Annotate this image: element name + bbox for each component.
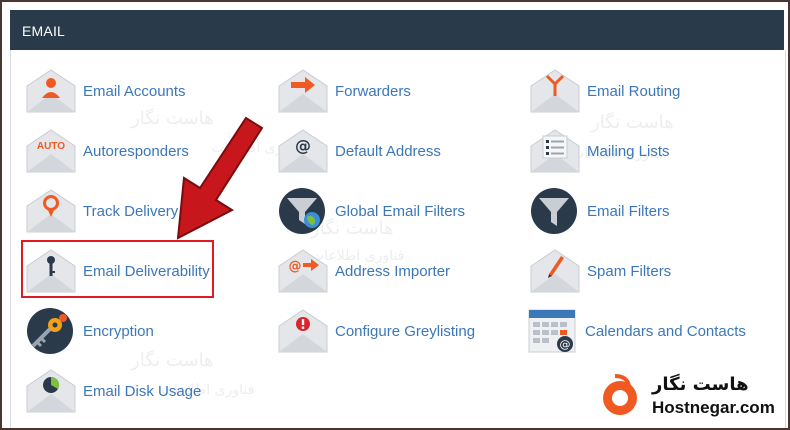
envelope-import-icon: @ <box>277 246 329 296</box>
item-label: Default Address <box>335 142 441 160</box>
email-disk-usage-link[interactable]: Email Disk Usage <box>25 366 201 416</box>
svg-text:@: @ <box>560 338 571 351</box>
envelope-arrow-icon <box>277 66 329 116</box>
envelope-pen-icon <box>529 246 581 296</box>
globe-filter-icon <box>277 186 329 236</box>
item-label: Calendars and Contacts <box>585 322 746 340</box>
logo-english-text: Hostnegar.com <box>652 398 775 417</box>
item-label: Mailing Lists <box>587 142 670 160</box>
item-label: Email Accounts <box>83 82 186 100</box>
funnel-filter-icon <box>529 186 581 236</box>
envelope-pin-icon <box>25 186 77 236</box>
item-label: Spam Filters <box>587 262 672 280</box>
svg-text:@: @ <box>289 259 302 274</box>
item-label: Email Disk Usage <box>83 382 202 400</box>
envelope-at-icon: @ <box>277 126 329 176</box>
item-label: Configure Greylisting <box>335 322 476 340</box>
envelope-auto-icon: AUTO <box>25 126 77 176</box>
hostnegar-logo-icon <box>603 374 637 415</box>
forwarders-link[interactable]: Forwarders <box>277 66 411 116</box>
calendars-and-contacts-link[interactable]: @ Calendars and Contacts <box>527 306 746 356</box>
item-label: Email Routing <box>587 82 681 100</box>
email-accounts-link[interactable]: Email Accounts <box>25 66 186 116</box>
key-lock-icon <box>25 306 77 356</box>
hostnegar-logo: هاست نگار Hostnegar.com <box>597 372 787 422</box>
global-email-filters-link[interactable]: Global Email Filters <box>277 186 465 236</box>
logo-persian-text: هاست نگار <box>652 374 749 395</box>
svg-text:@: @ <box>295 136 311 155</box>
envelope-list-icon <box>529 126 581 176</box>
envelope-routing-icon <box>529 66 581 116</box>
item-label: Encryption <box>83 322 154 340</box>
envelope-pie-icon <box>25 366 77 416</box>
email-filters-link[interactable]: Email Filters <box>529 186 670 236</box>
address-importer-link[interactable]: @ Address Importer <box>277 246 450 296</box>
spam-filters-link[interactable]: Spam Filters <box>529 246 671 296</box>
item-label: Global Email Filters <box>335 202 466 220</box>
annotation-arrow-icon <box>176 116 264 240</box>
highlight-box <box>21 240 214 298</box>
auto-text: AUTO <box>37 141 65 152</box>
configure-greylisting-link[interactable]: Configure Greylisting <box>277 306 475 356</box>
calendar-icon: @ <box>527 306 579 356</box>
envelope-person-icon <box>25 66 77 116</box>
screenshot-frame: EMAIL هاست نگار فناوری اطلاعات هاست نگار… <box>0 0 790 430</box>
item-label: Forwarders <box>335 82 411 100</box>
item-label: Address Importer <box>335 262 451 280</box>
email-routing-link[interactable]: Email Routing <box>529 66 680 116</box>
encryption-link[interactable]: Encryption <box>25 306 154 356</box>
envelope-alert-icon <box>277 306 329 356</box>
section-title: EMAIL <box>22 23 66 39</box>
item-label: Email Filters <box>587 202 670 220</box>
email-section-header: EMAIL <box>10 10 784 50</box>
track-delivery-link[interactable]: Track Delivery <box>25 186 178 236</box>
default-address-link[interactable]: @ Default Address <box>277 126 441 176</box>
mailing-lists-link[interactable]: Mailing Lists <box>529 126 670 176</box>
